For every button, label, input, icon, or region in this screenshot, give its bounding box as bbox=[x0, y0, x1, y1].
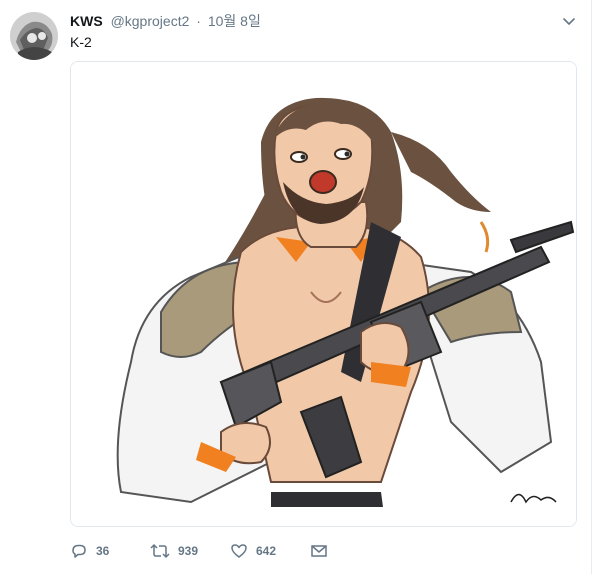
illustration bbox=[71, 62, 576, 526]
tweet-text: K-2 bbox=[70, 34, 92, 50]
reply-button[interactable]: 36 bbox=[70, 542, 150, 560]
tweet-date[interactable]: 10월 8일 bbox=[208, 13, 261, 29]
envelope-icon bbox=[310, 542, 328, 560]
retweet-count: 939 bbox=[178, 544, 199, 558]
tweet-card: KWS @kgproject2 · 10월 8일 K-2 36 939 642 bbox=[0, 0, 592, 574]
heart-icon bbox=[230, 542, 248, 560]
retweet-button[interactable]: 939 bbox=[150, 542, 230, 560]
direct-message-button[interactable] bbox=[310, 542, 328, 560]
separator-dot: · bbox=[196, 13, 201, 29]
avatar[interactable] bbox=[10, 12, 58, 60]
tweet-actions: 36 939 642 bbox=[70, 540, 328, 562]
user-handle[interactable]: @kgproject2 bbox=[111, 13, 190, 29]
reply-icon bbox=[70, 542, 88, 560]
like-button[interactable]: 642 bbox=[230, 542, 310, 560]
display-name[interactable]: KWS bbox=[70, 13, 103, 29]
chevron-down-icon[interactable] bbox=[561, 13, 577, 29]
reply-count: 36 bbox=[96, 544, 110, 558]
tweet-header: KWS @kgproject2 · 10월 8일 bbox=[70, 11, 577, 31]
tweet-media-image[interactable] bbox=[70, 61, 577, 527]
retweet-icon bbox=[150, 542, 170, 560]
like-count: 642 bbox=[256, 544, 277, 558]
